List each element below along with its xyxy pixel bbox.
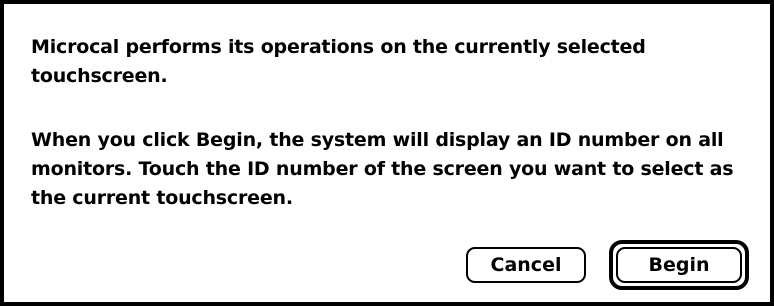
dialog-message-instructions: When you click Begin, the system will di… <box>31 129 734 209</box>
begin-button[interactable]: Begin <box>616 247 742 283</box>
dialog-message-operations: Microcal performs its operations on the … <box>31 36 646 87</box>
cancel-button[interactable]: Cancel <box>466 247 586 283</box>
